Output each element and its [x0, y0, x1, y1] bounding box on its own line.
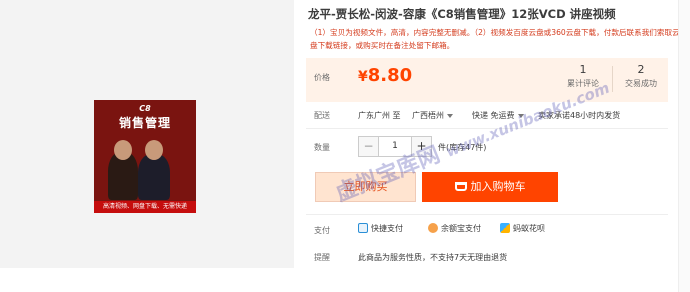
cover-title: 销售管理 [118, 116, 171, 130]
quantity-increase-button[interactable]: + [412, 137, 431, 156]
buy-now-button[interactable]: 立即购买 [315, 172, 416, 202]
price-currency: ¥ [358, 69, 368, 85]
payment-method-huabei: 蚂蚁花呗 [500, 223, 545, 234]
yuebao-icon [428, 223, 438, 233]
product-info-panel: 龙平-贾长松-闵波-容康《C8销售管理》12张VCD 讲座视频 （1）宝贝为视频… [306, 0, 690, 292]
cover-band: 高清视频、网盘下载、无需快递 [94, 201, 196, 213]
product-gallery: C8 销售管理 高清视频、网盘下载、无需快递 [0, 0, 294, 268]
quantity-stepper: − 1 + [358, 136, 432, 157]
stat-transactions-label: 交易成功 [625, 79, 657, 88]
huabei-icon [500, 223, 510, 233]
product-subtitle: （1）宝贝为视频文件，高清，内容完整无删减。（2）视频发百度云盘或360云盘下载… [310, 28, 680, 50]
page-edge [678, 0, 690, 292]
stat-divider [612, 66, 613, 92]
payment-method-yuebao-label: 余额宝支付 [441, 224, 481, 233]
shipping-destination: 广西梧州 [412, 111, 444, 120]
cart-icon [454, 182, 467, 191]
divider [306, 128, 668, 129]
stat-transactions-count: 2 [637, 63, 645, 76]
add-to-cart-label: 加入购物车 [470, 180, 526, 193]
chevron-down-icon [447, 113, 453, 118]
stat-reviews[interactable]: 1 累计评论 [558, 62, 608, 89]
price-amount: 8.80 [367, 65, 413, 86]
payment-method-quick-label: 快捷支付 [371, 224, 403, 233]
stock-info: 件(库存47件) [438, 143, 487, 152]
shipping-note: 卖家承诺48小时内发货 [538, 111, 621, 120]
stat-reviews-label: 累计评论 [567, 79, 599, 88]
shipping-from: 广东广州 至 [358, 111, 401, 120]
quantity-input[interactable]: 1 [378, 137, 412, 156]
notice-label: 提醒 [314, 253, 330, 262]
price-box: 价格 ¥8.80 1 累计评论 2 交易成功 [306, 58, 668, 102]
speaker-face-left [114, 140, 132, 160]
price-label: 价格 [314, 73, 330, 82]
payment-method-quick: 快捷支付 [358, 223, 403, 234]
stat-reviews-count: 1 [579, 63, 587, 76]
speaker-face-right [145, 140, 163, 160]
quantity-label: 数量 [314, 143, 330, 152]
divider [306, 214, 668, 215]
shipping-method: 快递 免运费 [472, 111, 515, 120]
product-cover-image[interactable]: C8 销售管理 高清视频、网盘下载、无需快递 [94, 100, 196, 213]
speaker-photo-right [138, 154, 170, 200]
product-title: 龙平-贾长松-闵波-容康《C8销售管理》12张VCD 讲座视频 [308, 7, 616, 21]
alipay-icon [358, 223, 368, 233]
payment-method-yuebao: 余额宝支付 [428, 223, 481, 234]
chevron-down-icon [517, 113, 524, 118]
cover-logo: C8 [139, 104, 151, 113]
stat-transactions[interactable]: 2 交易成功 [616, 62, 666, 89]
add-to-cart-button[interactable]: 加入购物车 [422, 172, 558, 202]
shipping-label: 配送 [314, 111, 330, 120]
quantity-decrease-button[interactable]: − [359, 137, 378, 156]
payment-method-huabei-label: 蚂蚁花呗 [513, 224, 545, 233]
shipping-destination-select[interactable]: 广西梧州 [412, 110, 453, 121]
price-value: ¥8.80 [358, 65, 412, 86]
payment-label: 支付 [314, 226, 330, 235]
notice-text: 此商品为服务性质，不支持7天无理由退货 [358, 253, 508, 262]
shipping-method-select[interactable]: 快递 免运费 [472, 110, 524, 121]
